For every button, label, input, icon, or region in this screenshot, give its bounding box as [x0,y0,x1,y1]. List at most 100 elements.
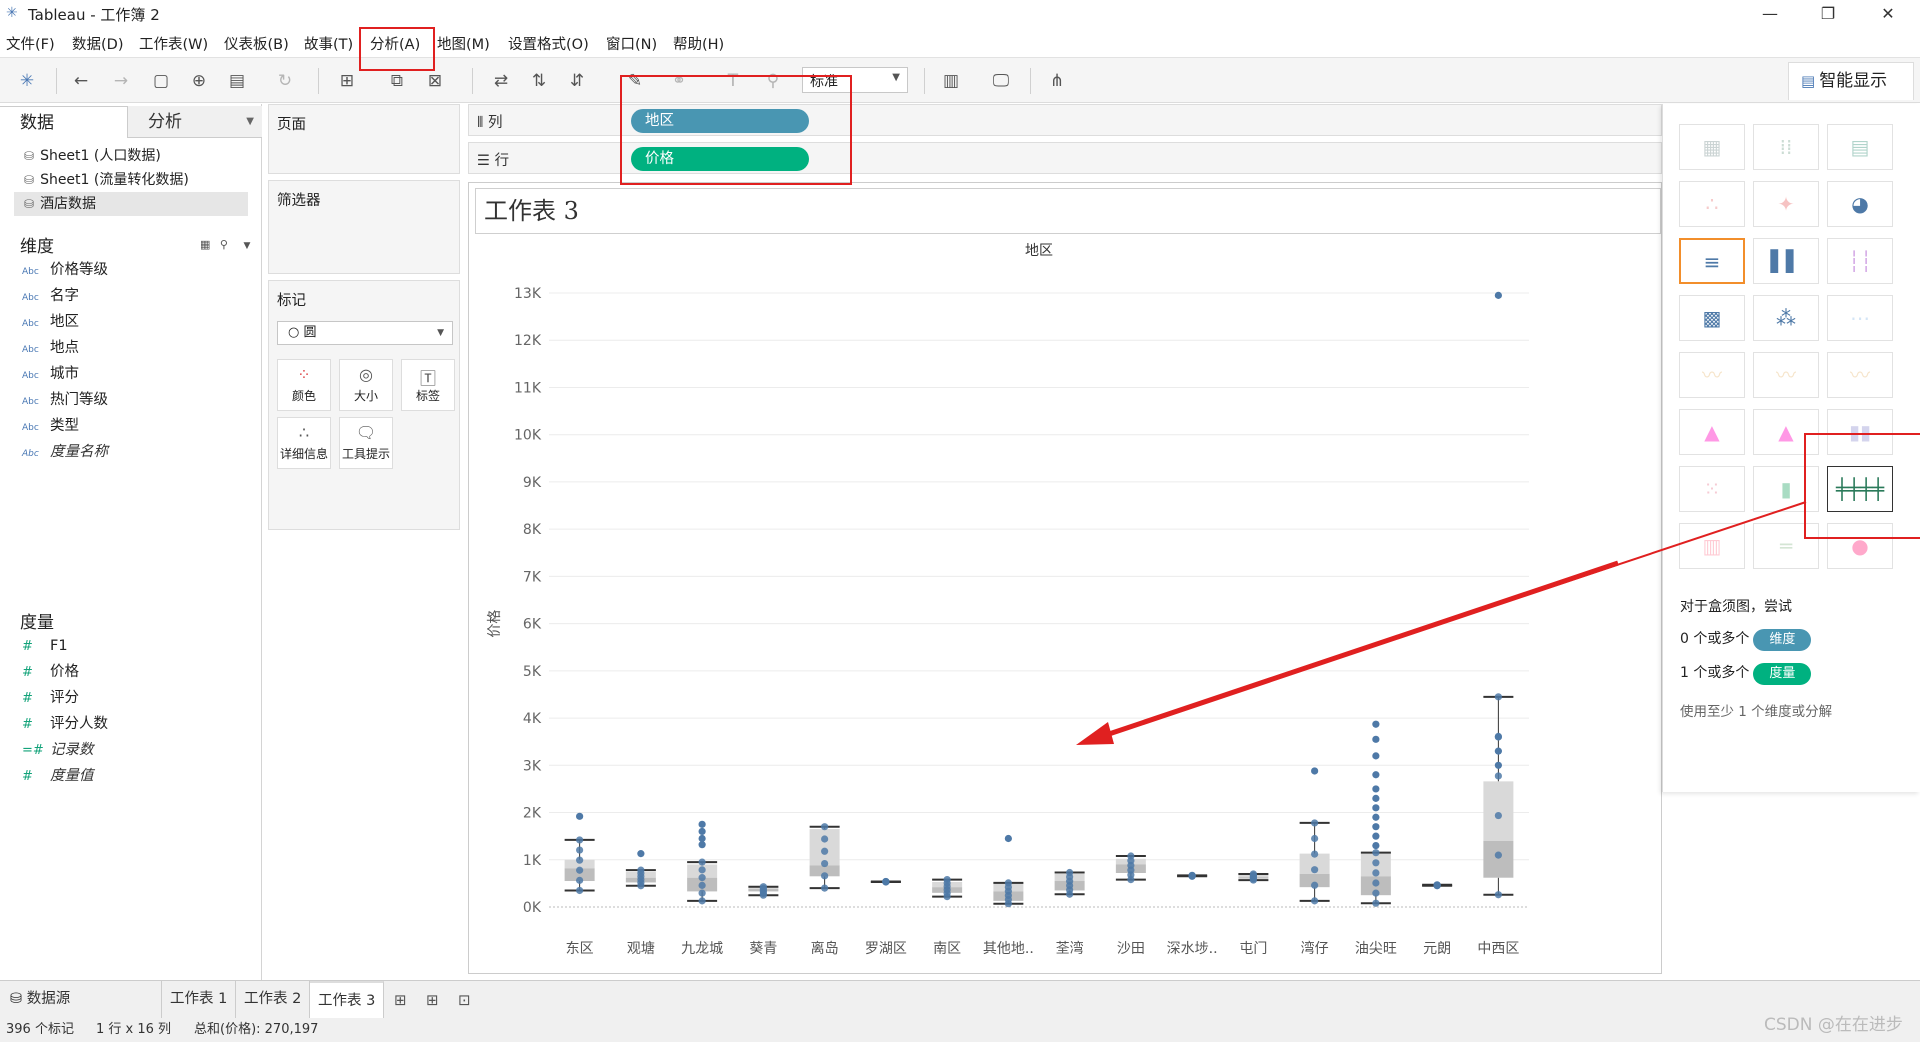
menu-worksheet[interactable]: 工作表(W) [139,33,208,54]
tab-data[interactable]: 数据 [0,106,128,138]
dimension-field[interactable]: Abc 热门等级 [22,388,108,412]
color-mark-button[interactable]: ⁘ 颜色 [277,359,331,411]
menu-story[interactable]: 故事(T) [304,33,353,54]
show-me-button[interactable]: ▤ 智能显示 [1788,62,1914,100]
detail-mark-button[interactable]: ∴ 详细信息 [277,417,331,469]
share-icon[interactable]: ⋔ [1046,70,1068,92]
view-list-icon[interactable]: ▦ [200,238,210,251]
menu-file[interactable]: 文件(F) [6,33,55,54]
menu-dashboard[interactable]: 仪表板(B) [224,33,289,54]
chart-type-thumb[interactable]: 〰 [1827,352,1893,398]
show-cards-icon[interactable]: ▥ [940,70,962,92]
menu-help[interactable]: 帮助(H) [673,33,724,54]
measure-field[interactable]: # 评分 [22,686,79,710]
chart-type-thumb[interactable]: ▩ [1679,295,1745,341]
clear-sheet-icon[interactable]: ⊠ [424,70,446,92]
chevron-down-icon[interactable]: ▼ [243,241,250,251]
columns-shelf[interactable]: ⦀ 列 地区 [468,104,1662,136]
tab-datasource[interactable]: ⛁ 数据源 [0,981,162,1019]
chart-type-thumb[interactable]: ⁂ [1753,295,1819,341]
dimension-field[interactable]: Abc 度量名称 [22,440,108,464]
tab-analytics[interactable]: 分析 ▼ [128,106,262,138]
label-mark-button[interactable]: 🅃 标签 [401,359,455,411]
chart-type-thumb[interactable]: ⁙ [1679,466,1745,512]
new-worksheet-icon[interactable]: ⊞ [336,70,358,92]
tableau-home-icon[interactable]: ✳ [16,70,38,92]
measure-field[interactable]: # 价格 [22,660,79,684]
minimize-button[interactable]: — [1750,2,1790,26]
dimension-field[interactable]: Abc 价格等级 [22,258,108,282]
tooltip-mark-button[interactable]: 🗨 工具提示 [339,417,393,469]
measure-field[interactable]: # F1 [22,634,68,658]
datasource-item[interactable]: ⛁ Sheet1 (流量转化数据) [14,168,248,192]
chart-type-thumb[interactable]: ▤ [1827,124,1893,170]
sort-descending-icon[interactable]: ⇵ [566,70,588,92]
redo-icon[interactable]: → [110,70,132,92]
chart-type-box-plot-thumb[interactable]: ╪╪╪╪ [1827,466,1893,512]
columns-pill[interactable]: 地区 [631,109,809,133]
chart-type-thumb[interactable]: ═ [1753,523,1819,569]
duplicate-sheet-icon[interactable]: ⧉ [386,70,408,92]
tab-sheet-3[interactable]: 工作表 3 [310,981,385,1019]
highlight-icon[interactable]: ✎ [624,70,646,92]
chart-type-thumb[interactable]: ▦ [1679,124,1745,170]
chart-type-thumb[interactable]: ▲ [1679,409,1745,455]
refresh-icon[interactable]: ↻ [274,70,296,92]
new-datasource-icon[interactable]: ⊕ [188,70,210,92]
new-worksheet-icon[interactable]: ⊞ [394,991,407,1009]
chart-type-thumb[interactable]: ✦ [1753,181,1819,227]
menu-format[interactable]: 设置格式(O) [508,33,589,54]
chart-type-thumb[interactable]: ⋯ [1827,295,1893,341]
menu-map[interactable]: 地图(M) [437,33,490,54]
show-labels-icon[interactable]: T [722,70,744,92]
chart-type-thumb[interactable]: ⁞⁞ [1753,124,1819,170]
chart-type-thumb[interactable]: 〰 [1753,352,1819,398]
save-icon[interactable]: ▢ [150,70,172,92]
rows-pill[interactable]: 价格 [631,147,809,171]
new-story-icon[interactable]: ⊡ [458,991,471,1009]
filters-card[interactable]: 筛选器 [268,180,460,274]
pages-card[interactable]: 页面 [268,104,460,174]
datasource-options-icon[interactable]: ▤ [226,70,248,92]
dimension-field[interactable]: Abc 名字 [22,284,79,308]
undo-icon[interactable]: ← [70,70,92,92]
fix-axes-icon[interactable]: ⚲ [762,70,784,92]
fit-select[interactable]: 标准 ▼ [802,67,908,93]
measure-field[interactable]: =# 记录数 [22,738,94,762]
chart-type-thumb[interactable]: ● [1827,523,1893,569]
datasource-item[interactable]: ⛁ Sheet1 (人口数据) [14,144,248,168]
chart-type-thumb[interactable]: ≡ [1679,238,1745,284]
chart-type-thumb[interactable]: ▮▮ [1827,409,1893,455]
chart-type-thumb[interactable]: ▥ [1679,523,1745,569]
measure-field[interactable]: # 度量值 [22,764,94,788]
sort-ascending-icon[interactable]: ⇅ [528,70,550,92]
tab-sheet-2[interactable]: 工作表 2 [236,981,311,1019]
search-icon[interactable]: ⚲ [220,238,228,251]
menu-analysis[interactable]: 分析(A) [370,33,420,54]
rows-shelf[interactable]: ☰ 行 价格 [468,142,1662,174]
size-mark-button[interactable]: ◎ 大小 [339,359,393,411]
chart-type-thumb[interactable]: ∴ [1679,181,1745,227]
tab-sheet-1[interactable]: 工作表 1 [162,981,237,1019]
menu-window[interactable]: 窗口(N) [606,33,657,54]
menu-data[interactable]: 数据(D) [72,33,123,54]
dimension-field[interactable]: Abc 城市 [22,362,79,386]
datasource-item-active[interactable]: ⛁ 酒店数据 [14,192,248,216]
measure-field[interactable]: # 评分人数 [22,712,108,736]
swap-rows-columns-icon[interactable]: ⇄ [490,70,512,92]
maximize-button[interactable]: ❐ [1808,2,1848,26]
chart-type-thumb[interactable]: ▌▌ [1753,238,1819,284]
new-dashboard-icon[interactable]: ⊞ [426,991,439,1009]
close-button[interactable]: ✕ [1868,2,1908,26]
chart-type-thumb[interactable]: ▲ [1753,409,1819,455]
group-icon[interactable]: ⚭ [668,70,690,92]
chart-type-thumb[interactable]: 〰 [1679,352,1745,398]
dimension-field[interactable]: Abc 地区 [22,310,79,334]
presentation-mode-icon[interactable]: 🖵 [990,70,1012,92]
chart-type-thumb[interactable]: ◕ [1827,181,1893,227]
chart-type-thumb[interactable]: ▮ [1753,466,1819,512]
mark-type-select[interactable]: ○ 圆 ▼ [277,321,453,345]
dimension-field[interactable]: Abc 类型 [22,414,79,438]
dimension-field[interactable]: Abc 地点 [22,336,79,360]
box-plot-chart[interactable]: 地区 0K 1K 2K 3K 4K 5K 6K 7K 8K 9K 10K 11K 12K 13K 价格东区 观塘… [469,183,1661,973]
